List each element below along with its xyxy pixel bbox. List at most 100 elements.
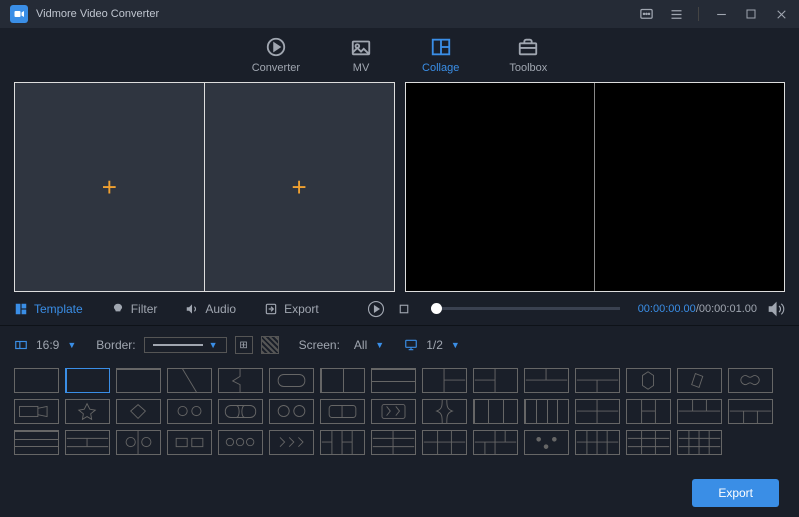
- template-item[interactable]: [371, 368, 416, 393]
- template-item[interactable]: [677, 430, 722, 455]
- preview-area: [405, 82, 786, 292]
- template-item[interactable]: [626, 430, 671, 455]
- template-item[interactable]: [269, 399, 314, 424]
- page-indicator: 1/2: [426, 338, 443, 352]
- template-item[interactable]: [524, 399, 569, 424]
- template-item[interactable]: [218, 399, 263, 424]
- main-nav: Converter MV Collage Toolbox: [0, 28, 799, 82]
- aspect-dropdown[interactable]: ▼: [67, 340, 76, 350]
- template-item[interactable]: [626, 399, 671, 424]
- progress-bar[interactable]: [431, 307, 620, 310]
- app-title: Vidmore Video Converter: [36, 8, 159, 20]
- template-item[interactable]: [167, 430, 212, 455]
- converter-icon: [265, 36, 287, 58]
- export-icon: [264, 302, 278, 316]
- tab-template[interactable]: Template: [14, 302, 83, 316]
- filter-icon: [111, 302, 125, 316]
- preview-slot-1: [406, 83, 596, 291]
- template-item[interactable]: [422, 399, 467, 424]
- template-item[interactable]: [269, 368, 314, 393]
- template-item[interactable]: [218, 430, 263, 455]
- template-item[interactable]: [218, 368, 263, 393]
- template-item[interactable]: [14, 399, 59, 424]
- collage-icon: [430, 36, 452, 58]
- export-button[interactable]: Export: [692, 479, 779, 507]
- template-item[interactable]: [575, 368, 620, 393]
- nav-toolbox[interactable]: Toolbox: [509, 36, 547, 74]
- audio-icon: [185, 302, 199, 316]
- time-display: 00:00:00.00/00:00:01.00: [638, 303, 757, 315]
- collage-edit-area: + +: [14, 82, 395, 292]
- template-item[interactable]: [626, 368, 671, 393]
- template-grid: [0, 364, 799, 459]
- page-dropdown[interactable]: ▼: [451, 340, 460, 350]
- close-icon[interactable]: [773, 6, 789, 22]
- footer: Export: [0, 469, 799, 517]
- toolbox-icon: [517, 36, 539, 58]
- template-item[interactable]: [728, 368, 773, 393]
- screen-dropdown[interactable]: ▼: [375, 340, 384, 350]
- template-item[interactable]: [371, 430, 416, 455]
- template-item[interactable]: [575, 399, 620, 424]
- app-logo: [10, 5, 28, 23]
- mv-icon: [350, 36, 372, 58]
- template-item[interactable]: [320, 368, 365, 393]
- template-item[interactable]: [320, 399, 365, 424]
- template-item[interactable]: [473, 399, 518, 424]
- template-item[interactable]: [677, 399, 722, 424]
- template-item[interactable]: [524, 430, 569, 455]
- tab-export[interactable]: Export: [264, 302, 319, 316]
- border-style-dropdown[interactable]: ▼: [144, 337, 227, 353]
- template-item[interactable]: [14, 430, 59, 455]
- template-item[interactable]: [677, 368, 722, 393]
- template-item[interactable]: [65, 430, 110, 455]
- aspect-ratio-value: 16:9: [36, 338, 59, 352]
- template-item[interactable]: [116, 430, 161, 455]
- template-item[interactable]: [320, 430, 365, 455]
- template-item[interactable]: [473, 430, 518, 455]
- collage-slot-2[interactable]: +: [205, 83, 394, 291]
- screen-value: All: [354, 338, 367, 352]
- volume-button[interactable]: [767, 300, 785, 318]
- tab-filter[interactable]: Filter: [111, 302, 158, 316]
- template-item[interactable]: [116, 399, 161, 424]
- template-item[interactable]: [269, 430, 314, 455]
- template-item[interactable]: [14, 368, 59, 393]
- template-item[interactable]: [524, 368, 569, 393]
- template-item[interactable]: [473, 368, 518, 393]
- template-item[interactable]: [167, 399, 212, 424]
- template-item[interactable]: [422, 430, 467, 455]
- titlebar: Vidmore Video Converter: [0, 0, 799, 28]
- menu-icon[interactable]: [668, 6, 684, 22]
- nav-converter[interactable]: Converter: [252, 36, 300, 74]
- minimize-icon[interactable]: [713, 6, 729, 22]
- template-item[interactable]: [422, 368, 467, 393]
- monitor-icon[interactable]: [404, 338, 418, 352]
- tab-audio[interactable]: Audio: [185, 302, 236, 316]
- divider: [698, 7, 699, 21]
- template-item[interactable]: [116, 368, 161, 393]
- stop-button[interactable]: [395, 300, 413, 318]
- maximize-icon[interactable]: [743, 6, 759, 22]
- preview-slot-2: [595, 83, 784, 291]
- feedback-icon[interactable]: [638, 6, 654, 22]
- aspect-icon[interactable]: [14, 338, 28, 352]
- nav-mv[interactable]: MV: [350, 36, 372, 74]
- play-button[interactable]: [367, 300, 385, 318]
- border-label: Border:: [96, 338, 135, 352]
- template-item[interactable]: [65, 368, 110, 393]
- border-grid-button[interactable]: ⊞: [235, 336, 253, 354]
- template-item[interactable]: [167, 368, 212, 393]
- template-item[interactable]: [728, 399, 773, 424]
- nav-collage[interactable]: Collage: [422, 36, 459, 74]
- template-item[interactable]: [371, 399, 416, 424]
- add-icon: +: [292, 172, 307, 203]
- progress-handle[interactable]: [431, 303, 442, 314]
- template-item[interactable]: [65, 399, 110, 424]
- template-item[interactable]: [575, 430, 620, 455]
- template-icon: [14, 302, 28, 316]
- screen-label: Screen:: [299, 338, 340, 352]
- border-pattern-button[interactable]: [261, 336, 279, 354]
- add-icon: +: [102, 172, 117, 203]
- collage-slot-1[interactable]: +: [15, 83, 205, 291]
